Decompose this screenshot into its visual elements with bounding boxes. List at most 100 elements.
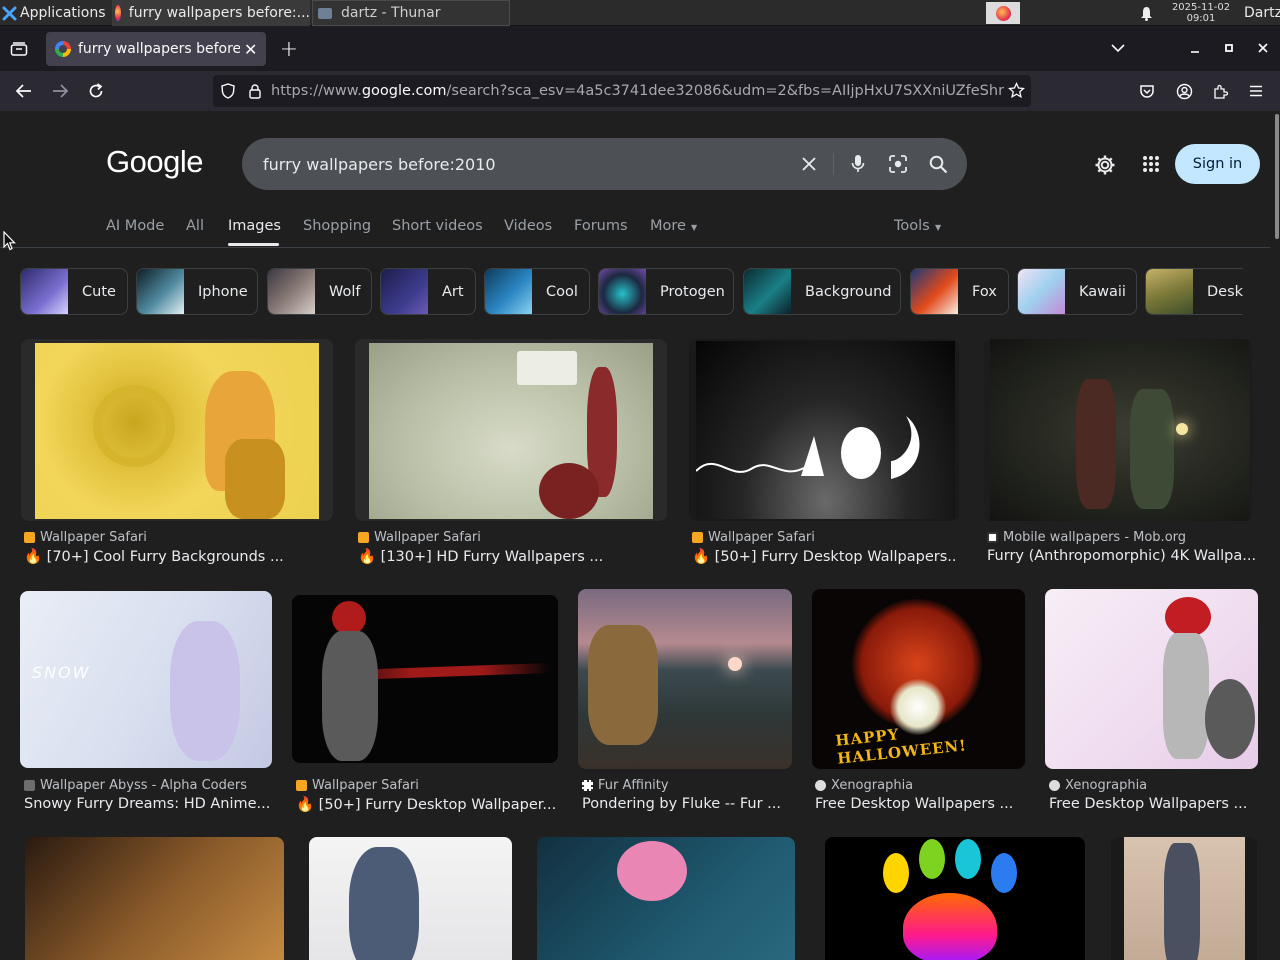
wallpaper-safari-favicon-icon bbox=[358, 532, 369, 543]
result-source-label: Wallpaper Safari bbox=[374, 530, 481, 545]
shield-icon[interactable] bbox=[221, 83, 237, 99]
result-source[interactable]: Wallpaper Safari bbox=[358, 530, 481, 545]
lock-icon[interactable] bbox=[249, 83, 263, 99]
systray-firefox[interactable] bbox=[986, 2, 1020, 24]
result-source[interactable]: Fur Affinity bbox=[582, 778, 669, 793]
forward-icon[interactable] bbox=[48, 79, 72, 103]
list-tabs-icon[interactable] bbox=[1108, 38, 1128, 58]
chip-iphone[interactable]: Iphone bbox=[136, 268, 258, 315]
result-image[interactable]: SNOW bbox=[20, 591, 272, 768]
result-title[interactable]: 🔥 [50+] Furry Desktop Wallpaper... bbox=[296, 796, 558, 813]
result-source-label: Wallpaper Safari bbox=[708, 530, 815, 545]
chip-kawaii[interactable]: Kawaii bbox=[1017, 268, 1137, 315]
result-image[interactable] bbox=[1045, 589, 1258, 769]
tab-short-videos[interactable]: Short videos bbox=[392, 218, 483, 234]
sign-in-button[interactable]: Sign in bbox=[1175, 144, 1260, 184]
maximize-icon[interactable] bbox=[1220, 39, 1238, 57]
extensions-icon[interactable] bbox=[1209, 81, 1231, 101]
applications-menu[interactable]: Applications⋮ bbox=[2, 0, 110, 26]
user-name[interactable]: Dartz bbox=[1244, 0, 1280, 26]
result-source[interactable]: Xenographia bbox=[815, 778, 913, 793]
tab-close-icon[interactable]: ✕ bbox=[244, 40, 257, 59]
taskbar-window-firefox[interactable]: furry wallpapers before:... bbox=[112, 0, 310, 26]
result-title[interactable]: Free Desktop Wallpapers ... bbox=[815, 796, 1027, 812]
search-box[interactable]: furry wallpapers before:2010 bbox=[242, 138, 967, 190]
lens-search-icon[interactable] bbox=[886, 152, 910, 176]
browser-nav-bar: https://www.google.com/search?sca_esv=4a… bbox=[0, 71, 1280, 111]
result-image[interactable]: HAPPY HALLOWEEN! bbox=[812, 589, 1025, 769]
result-title[interactable]: 🔥 [50+] Furry Desktop Wallpapers... bbox=[692, 548, 958, 565]
tab-ai-mode[interactable]: AI Mode bbox=[106, 218, 164, 234]
url-bar[interactable]: https://www.google.com/search?sca_esv=4a… bbox=[213, 75, 1031, 107]
result-source-label: Xenographia bbox=[831, 778, 914, 793]
result-image[interactable] bbox=[21, 339, 333, 521]
result-source[interactable]: Wallpaper Safari bbox=[24, 530, 147, 545]
result-image[interactable] bbox=[537, 837, 795, 960]
reload-icon[interactable] bbox=[84, 79, 108, 103]
result-title-text: [70+] Cool Furry Backgrounds ... bbox=[46, 549, 284, 565]
window-close-icon[interactable] bbox=[1254, 39, 1272, 57]
chip-protogen[interactable]: Protogen bbox=[598, 268, 734, 315]
result-image[interactable] bbox=[25, 837, 284, 960]
chip-fox[interactable]: Fox bbox=[910, 268, 1009, 315]
desktop-screen: Applications⋮ furry wallpapers before:..… bbox=[0, 0, 1280, 960]
result-image[interactable] bbox=[984, 339, 1252, 521]
pocket-icon[interactable] bbox=[1136, 81, 1158, 101]
google-logo[interactable]: Google bbox=[106, 144, 203, 180]
result-image[interactable] bbox=[578, 589, 792, 769]
google-apps-grid-icon[interactable] bbox=[1140, 153, 1162, 175]
search-query[interactable]: furry wallpapers before:2010 bbox=[263, 155, 496, 174]
tab-all[interactable]: All bbox=[186, 218, 204, 234]
result-title[interactable]: 🔥 [130+] HD Furry Wallpapers ... bbox=[358, 548, 620, 565]
url-path: /search?sca_esv=4a5c3741dee32086&udm=2&f… bbox=[446, 83, 1014, 99]
voice-search-icon[interactable] bbox=[846, 152, 870, 176]
result-source[interactable]: Wallpaper Abyss - Alpha Coders bbox=[24, 778, 247, 793]
search-icon[interactable] bbox=[926, 152, 950, 176]
tab-shopping[interactable]: Shopping bbox=[303, 218, 371, 234]
result-image[interactable] bbox=[355, 339, 667, 521]
notification-bell-icon[interactable] bbox=[1138, 0, 1154, 26]
result-source[interactable]: Xenographia bbox=[1049, 778, 1147, 793]
url-domain: google.com bbox=[361, 83, 447, 99]
chip-desktop[interactable]: Deskt bbox=[1145, 268, 1243, 315]
tab-images[interactable]: Images bbox=[228, 218, 281, 234]
result-image[interactable] bbox=[1111, 837, 1257, 960]
page-scrollbar[interactable] bbox=[1275, 114, 1279, 239]
result-image[interactable] bbox=[292, 595, 558, 763]
firefox-tray-icon bbox=[995, 5, 1011, 21]
tab-more[interactable]: More bbox=[650, 218, 686, 234]
tab-forums[interactable]: Forums bbox=[574, 218, 628, 234]
chip-wolf[interactable]: Wolf bbox=[267, 268, 372, 315]
google-favicon-icon bbox=[55, 41, 71, 57]
menu-hamburger-icon[interactable] bbox=[1245, 81, 1267, 101]
result-source[interactable]: Mobile wallpapers - Mob.org bbox=[987, 530, 1186, 545]
result-image[interactable] bbox=[689, 339, 959, 521]
chip-cute[interactable]: Cute bbox=[20, 268, 128, 315]
tab-videos[interactable]: Videos bbox=[504, 218, 552, 234]
chip-art[interactable]: Art bbox=[380, 268, 476, 315]
tools-button[interactable]: Tools bbox=[894, 218, 930, 234]
result-title[interactable]: 🔥 [70+] Cool Furry Backgrounds ... bbox=[24, 548, 286, 565]
result-source[interactable]: Wallpaper Safari bbox=[692, 530, 815, 545]
minimize-icon[interactable] bbox=[1186, 39, 1204, 57]
firefox-view-icon[interactable] bbox=[8, 38, 30, 60]
chip-cool[interactable]: Cool bbox=[484, 268, 590, 315]
result-title[interactable]: Furry (Anthropomorphic) 4K Wallpa... bbox=[987, 548, 1255, 564]
clock[interactable]: 2025-11-02 09:01 bbox=[1166, 0, 1236, 26]
bookmark-star-icon[interactable] bbox=[1004, 82, 1025, 99]
back-icon[interactable] bbox=[12, 79, 36, 103]
tab-active[interactable]: furry wallpapers before:2 ✕ bbox=[46, 32, 266, 66]
result-source[interactable]: Wallpaper Safari bbox=[296, 778, 419, 793]
taskbar-window-thunar[interactable]: dartz - Thunar bbox=[312, 0, 510, 26]
result-title[interactable]: Pondering by Fluke -- Fur ... bbox=[582, 796, 792, 812]
chip-background[interactable]: Background bbox=[743, 268, 901, 315]
settings-gear-icon[interactable] bbox=[1092, 152, 1118, 178]
result-image[interactable] bbox=[309, 837, 512, 960]
chip-label: Deskt bbox=[1207, 283, 1243, 300]
clear-search-icon[interactable] bbox=[798, 153, 820, 175]
new-tab-icon[interactable]: + bbox=[278, 37, 300, 62]
result-title[interactable]: Free Desktop Wallpapers ... bbox=[1049, 796, 1259, 812]
result-image[interactable] bbox=[825, 837, 1085, 960]
result-title[interactable]: Snowy Furry Dreams: HD Anime... bbox=[24, 796, 272, 812]
account-icon[interactable] bbox=[1173, 81, 1195, 101]
